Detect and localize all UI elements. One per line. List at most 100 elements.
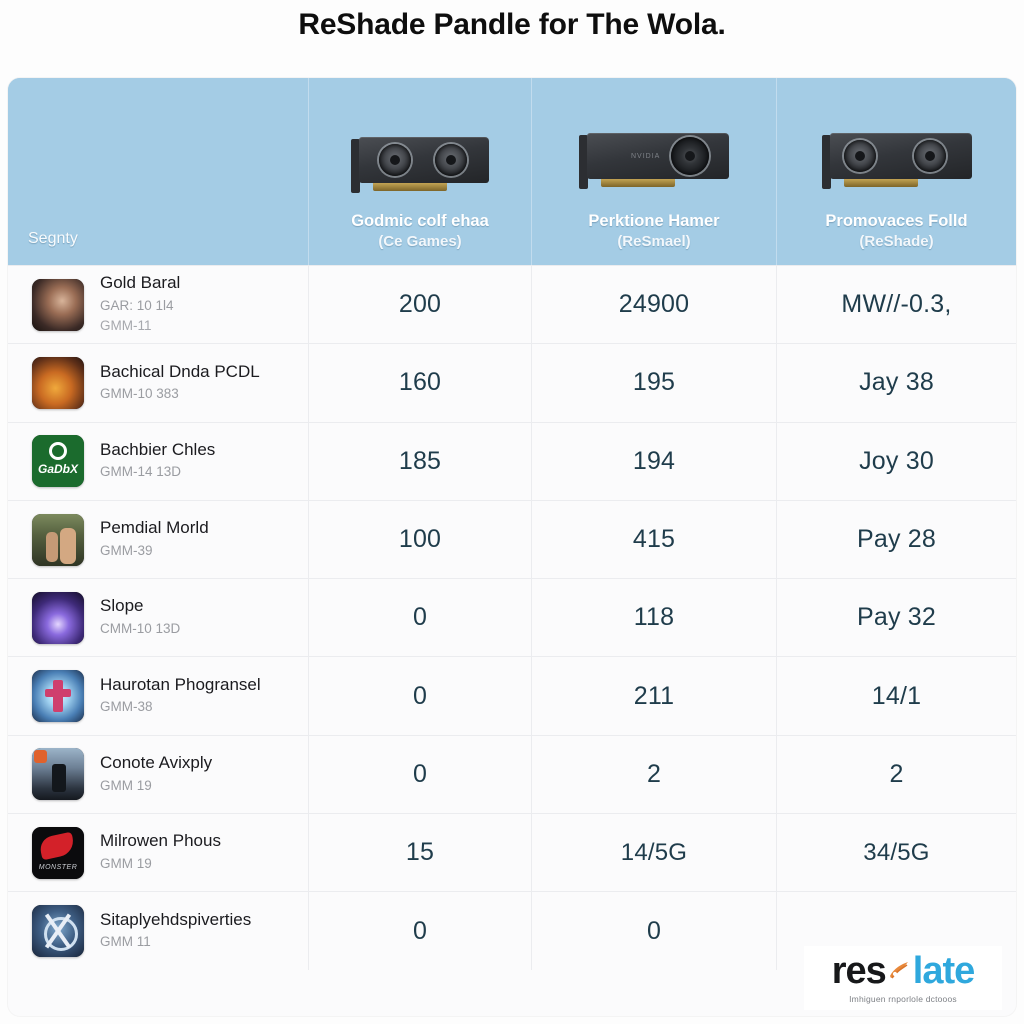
row-label-cell: Bachical Dnda PCDL GMM-10 383: [8, 344, 308, 421]
value-cell-godmic: 160: [308, 344, 531, 422]
cell-value: 14/1: [871, 681, 922, 710]
row-subtitle: GMM 11: [100, 934, 151, 950]
value-cell-promovaces: Pay 28: [776, 500, 1016, 579]
column-header-label: Godmic colf ehaa: [351, 211, 489, 230]
cell-value: 160: [398, 368, 442, 397]
value-cell-godmic: 0: [308, 735, 531, 814]
row-subtitle: GMM 19: [100, 777, 152, 793]
cell-value: 14/5G: [620, 838, 688, 866]
row-title: Bachical Dnda PCDL: [100, 361, 260, 381]
column-header-promovaces: Promovaces Folld (ReShade): [776, 78, 1016, 265]
table-row[interactable]: Haurotan Phogransel GMM-38 0 211 14/1: [8, 656, 1016, 735]
blue-emblem-thumb: [32, 905, 84, 958]
row-title: Slope: [100, 596, 144, 616]
cell-value: 0: [412, 681, 428, 710]
table-header-row: Segnty Godmic colf ehaa (Ce Games) NVIDI…: [8, 78, 1016, 265]
table-row[interactable]: MONSTER Milrowen Phous GMM 19 15 14/5G 3…: [8, 813, 1016, 892]
column-header-sublabel: (Ce Games): [378, 232, 462, 250]
row-subtitle: GAR: 10 1l4: [100, 297, 174, 313]
survival-duo-thumb: [32, 513, 84, 566]
cell-value: Jay 38: [859, 368, 934, 397]
cell-value: 0: [412, 916, 428, 945]
table-row[interactable]: Slope CMM-10 13D 0 118 Pay 32: [8, 578, 1016, 657]
value-cell-perktione: 118: [531, 579, 776, 657]
orange-swirl-icon: [886, 958, 912, 984]
column-header-segnty: Segnty: [8, 78, 308, 265]
table-row[interactable]: Bachical Dnda PCDL GMM-10 383 160 195 Ja…: [8, 343, 1016, 422]
gpu-twin-fan-icon: [821, 132, 972, 195]
cell-value: 34/5G: [863, 838, 930, 866]
row-label-cell: Haurotan Phogransel GMM-38: [8, 657, 308, 734]
row-subtitle: CMM-10 13D: [100, 620, 181, 636]
cell-value: 24900: [618, 290, 690, 319]
cell-value: 415: [632, 525, 676, 554]
row-title: Pemdial Morld: [100, 518, 209, 538]
portrait-woman-thumb: [32, 278, 84, 331]
row-subtitle-2: GMM-11: [100, 317, 152, 333]
cell-value: 211: [633, 681, 675, 710]
cell-value: 2: [646, 759, 662, 788]
row-title: Gold Baral: [100, 273, 181, 293]
cell-value: 194: [632, 446, 676, 475]
value-cell-promovaces: Jay 38: [776, 344, 1016, 422]
row-label-cell: Sitaplyehdspiverties GMM 11: [8, 892, 308, 969]
column-header-perktione: NVIDIA Perktione Hamer (ReSmael): [531, 78, 776, 265]
table-row[interactable]: Pemdial Morld GMM-39 100 415 Pay 28: [8, 499, 1016, 579]
table-row[interactable]: Conote Avixply GMM 19 0 2 2: [8, 734, 1016, 814]
value-cell-promovaces: 2: [776, 735, 1016, 814]
cell-value: 0: [412, 759, 428, 788]
orange-character-thumb: [32, 356, 84, 409]
row-label-cell: MONSTER Milrowen Phous GMM 19: [8, 814, 308, 891]
value-cell-promovaces: 34/5G: [776, 814, 1016, 892]
column-header-label: Perktione Hamer: [588, 211, 720, 230]
value-cell-godmic: 200: [308, 266, 531, 344]
row-label-cell: Conote Avixply GMM 19: [8, 736, 308, 813]
row-title: Conote Avixply: [100, 753, 213, 773]
value-cell-godmic: 0: [308, 892, 531, 970]
value-cell-perktione: 211: [531, 657, 776, 735]
logo-tagline: Imhiguen rnporlole dctooos: [849, 994, 957, 1004]
row-subtitle: GMM-38: [100, 699, 153, 715]
cell-value: 15: [405, 838, 435, 867]
row-title: Haurotan Phogransel: [100, 674, 261, 694]
table-row[interactable]: Gold Baral GAR: 10 1l4 GMM-11 200 24900 …: [8, 265, 1016, 344]
cell-value: 100: [398, 525, 442, 554]
row-subtitle: GMM-39: [100, 542, 153, 558]
cell-value: 0: [412, 603, 428, 632]
cell-value: Joy 30: [859, 446, 934, 475]
value-cell-perktione: 2: [531, 735, 776, 814]
value-cell-perktione: 0: [531, 892, 776, 970]
logo-primary-text: res: [831, 950, 887, 992]
value-cell-godmic: 185: [308, 422, 531, 500]
resolate-logo: res late Imhiguen rnporlole dctooos: [804, 946, 1002, 1010]
knight-landscape-thumb: [32, 748, 84, 801]
row-title: Milrowen Phous: [100, 831, 221, 851]
column-header-label: Segnty: [28, 230, 78, 247]
value-cell-godmic: 0: [308, 579, 531, 657]
page-title-text: ReShade Pandle for The Wola.: [298, 8, 726, 41]
cell-value: 200: [398, 290, 442, 319]
value-cell-perktione: 195: [531, 344, 776, 422]
magic-circle-thumb: [32, 670, 84, 723]
gpu-dual-fan-icon: [351, 136, 489, 195]
value-cell-promovaces: Joy 30: [776, 422, 1016, 500]
row-label-cell: Pemdial Morld GMM-39: [8, 501, 308, 578]
page-title: ReShade Pandle for The Wola.: [0, 8, 1024, 42]
row-label-cell: Slope CMM-10 13D: [8, 579, 308, 656]
row-label-cell: GaDbX Bachbier Chles GMM-14 13D: [8, 423, 308, 500]
purple-energy-thumb: [32, 591, 84, 644]
value-cell-promovaces: 14/1: [776, 657, 1016, 735]
comparison-table-page: ReShade Pandle for The Wola. Segnty Godm…: [0, 0, 1024, 1024]
row-title: Sitaplyehdspiverties: [100, 909, 252, 929]
row-label-cell: Gold Baral GAR: 10 1l4 GMM-11: [8, 266, 308, 343]
logo-wordmark: res late: [831, 950, 976, 992]
table-row[interactable]: GaDbX Bachbier Chles GMM-14 13D 185 194 …: [8, 421, 1016, 500]
cell-value: Pay 28: [856, 525, 937, 554]
red-swoosh-thumb: MONSTER: [32, 826, 84, 879]
row-title: Bachbier Chles: [100, 439, 216, 459]
column-header-sublabel: (ReShade): [859, 232, 934, 250]
cell-value: MW//-0.3,: [841, 290, 952, 319]
xbox-green-thumb: GaDbX: [32, 435, 84, 488]
row-subtitle: GMM-10 383: [100, 386, 179, 402]
value-cell-promovaces: Pay 32: [776, 579, 1016, 657]
